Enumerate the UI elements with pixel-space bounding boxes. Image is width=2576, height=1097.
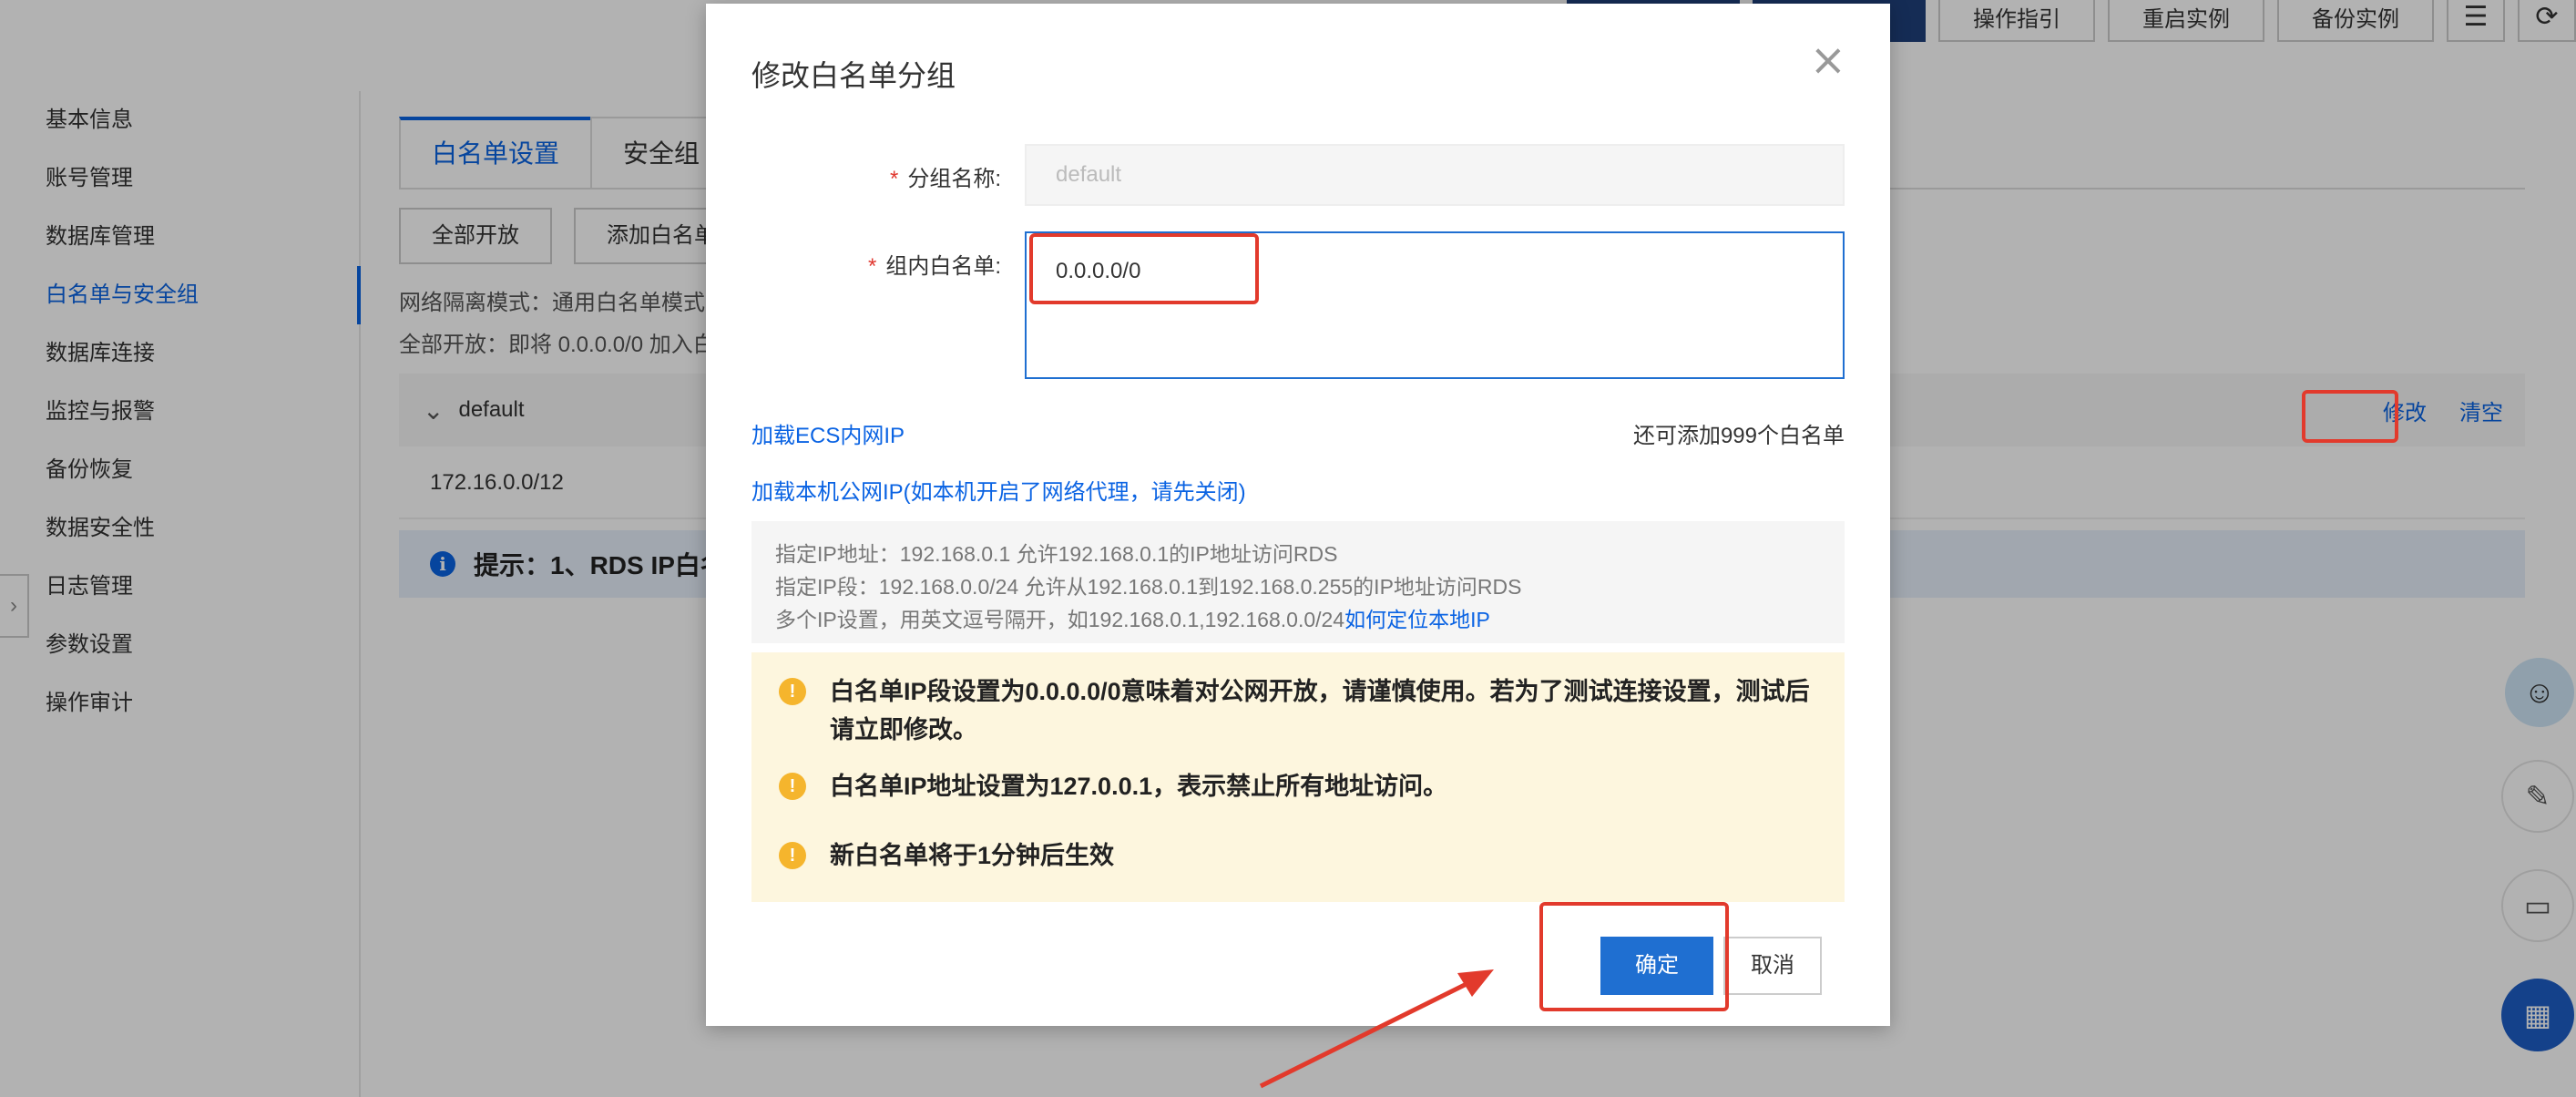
- dialog-title: 修改白名单分组: [751, 59, 956, 92]
- warning-box: ! 白名单IP段设置为0.0.0.0/0意味着对公网开放，请谨慎使用。若为了测试…: [751, 652, 1845, 902]
- warning-text: 白名单IP段设置为0.0.0.0/0意味着对公网开放，请谨慎使用。若为了测试连接…: [830, 678, 1810, 743]
- close-icon[interactable]: ×: [1810, 38, 1846, 82]
- locate-ip-link[interactable]: 如何定位本地IP: [1344, 608, 1490, 631]
- load-local-ip-link[interactable]: 加载本机公网IP(如本机开启了网络代理，请先关闭): [751, 474, 1246, 506]
- edit-whitelist-dialog: 修改白名单分组 × * 分组名称: default * 组内白名单: 0.0.0.0…: [706, 4, 1890, 1026]
- warning-item: ! 新白名单将于1分钟后生效: [779, 836, 1845, 875]
- required-mark: *: [867, 254, 877, 279]
- whitelist-label-text: 组内白名单:: [885, 254, 1001, 279]
- warning-icon: !: [779, 773, 806, 800]
- group-name-label: * 分组名称:: [728, 160, 1001, 192]
- warning-icon: !: [779, 678, 806, 705]
- annotation-box-whitelist: [1029, 233, 1259, 304]
- group-name-field: default: [1025, 144, 1845, 206]
- hint-line: 指定IP段：192.168.0.0/24 允许从192.168.0.1到192.…: [775, 575, 1522, 599]
- remaining-count: 还可添加999个白名单: [1632, 424, 1845, 448]
- required-mark: *: [889, 167, 899, 191]
- annotation-box-confirm: [1539, 902, 1729, 1011]
- hint-line: 指定IP地址：192.168.0.1 允许192.168.0.1的IP地址访问R…: [775, 542, 1338, 566]
- hint-line: 多个IP设置，用英文逗号隔开，如192.168.0.1,192.168.0.0/…: [775, 603, 1845, 636]
- warning-icon: !: [779, 842, 806, 869]
- warning-text: 新白名单将于1分钟后生效: [830, 842, 1115, 869]
- warning-item: ! 白名单IP地址设置为127.0.0.1，表示禁止所有地址访问。: [779, 767, 1845, 836]
- cancel-button[interactable]: 取消: [1723, 937, 1822, 995]
- warning-item: ! 白名单IP段设置为0.0.0.0/0意味着对公网开放，请谨慎使用。若为了测试…: [779, 672, 1845, 767]
- group-name-label-text: 分组名称:: [907, 167, 1001, 191]
- annotation-box-edit: [2302, 390, 2398, 443]
- hint-box: 指定IP地址：192.168.0.1 允许192.168.0.1的IP地址访问R…: [751, 521, 1845, 643]
- hint-line-text: 多个IP设置，用英文逗号隔开，如192.168.0.1,192.168.0.0/…: [775, 608, 1345, 631]
- whitelist-label: * 组内白名单:: [728, 248, 1001, 280]
- warning-text: 白名单IP地址设置为127.0.0.1，表示禁止所有地址访问。: [830, 773, 1448, 800]
- load-ecs-link[interactable]: 加载ECS内网IP: [751, 417, 905, 449]
